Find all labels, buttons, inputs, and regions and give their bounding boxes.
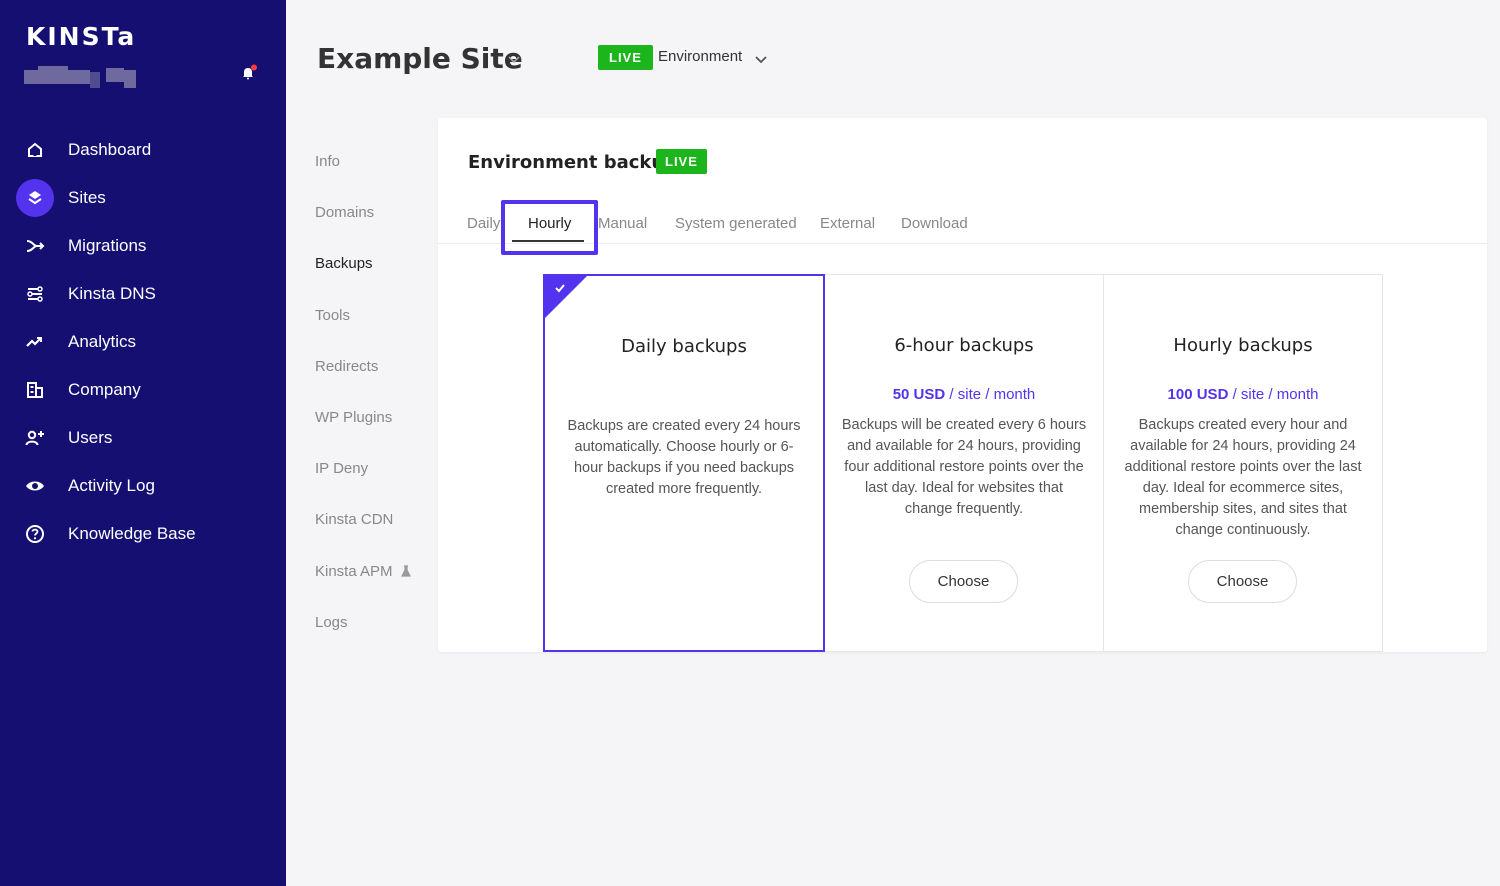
plan-card-hourly[interactable]: Hourly backups 100 USD / site / month Ba… (1103, 274, 1383, 652)
sidebar-item-label: Company (68, 380, 141, 399)
site-chevron-down-icon[interactable] (505, 50, 523, 68)
sidebar-item-label: Activity Log (68, 476, 155, 495)
sidebar-item-label: Migrations (68, 236, 147, 255)
subnav-item-ip-deny[interactable]: IP Deny (315, 443, 425, 494)
sidebar-item-label: Dashboard (68, 140, 152, 159)
sidebar-item-dashboard[interactable]: Dashboard (0, 126, 286, 174)
card-price: 100 USD / site / month (1104, 386, 1382, 403)
sidebar-item-company[interactable]: Company (0, 366, 286, 414)
subnav-item-kinsta-apm[interactable]: Kinsta APM (315, 546, 425, 597)
sidebar-item-label: Sites (68, 188, 106, 207)
sidebar-item-knowledge-base[interactable]: Knowledge Base (0, 510, 286, 558)
dns-icon (16, 275, 54, 313)
environment-live-badge: LIVE (598, 45, 653, 70)
subnav-item-label: Kinsta APM (315, 562, 393, 580)
choose-6-hour-button[interactable]: Choose (909, 560, 1018, 603)
environment-selector-label[interactable]: Environment (658, 48, 742, 65)
selected-corner (545, 276, 587, 318)
card-description: Backups created every hour and available… (1124, 417, 1362, 538)
main-nav: Dashboard Sites Migrations Kinsta DNS An… (0, 126, 286, 558)
sidebar-item-kinsta-dns[interactable]: Kinsta DNS (0, 270, 286, 318)
price-amount: 100 USD (1167, 386, 1229, 403)
sidebar-item-users[interactable]: Users (0, 414, 286, 462)
price-unit: / site / month (949, 386, 1036, 403)
notification-bell-icon[interactable] (240, 64, 258, 82)
backups-panel: Environment backups LIVE Daily Hourly Ma… (438, 118, 1487, 652)
sidebar-item-migrations[interactable]: Migrations (0, 222, 286, 270)
sidebar-item-label: Analytics (68, 332, 137, 351)
flask-icon (400, 565, 411, 577)
environment-chevron-down-icon[interactable] (752, 50, 770, 68)
help-icon (16, 515, 54, 553)
live-badge: LIVE (656, 149, 707, 174)
price-unit: / site / month (1232, 386, 1319, 403)
account-name-blurred[interactable] (24, 66, 136, 88)
sidebar-item-label: Knowledge Base (68, 524, 196, 543)
subnav-item-kinsta-cdn[interactable]: Kinsta CDN (315, 494, 425, 545)
sidebar-item-label: Kinsta DNS (68, 284, 156, 303)
sidebar-item-activity-log[interactable]: Activity Log (0, 462, 286, 510)
card-title: Daily backups (621, 336, 747, 357)
card-description: Backups will be created every 6 hours an… (841, 417, 1087, 517)
tab-system-generated[interactable]: System generated (675, 215, 797, 232)
active-tab-underline (512, 240, 584, 242)
card-title: Hourly backups (1173, 335, 1313, 356)
kinsta-logo[interactable]: KINSTa (26, 22, 136, 51)
card-title: 6-hour backups (894, 335, 1034, 356)
panel-title: Environment backups (468, 152, 688, 173)
tab-hourly[interactable]: Hourly (528, 215, 571, 232)
subnav-item-info[interactable]: Info (315, 136, 425, 187)
tab-daily[interactable]: Daily (467, 215, 500, 232)
tab-manual[interactable]: Manual (598, 215, 647, 232)
site-title[interactable]: Example Site (317, 42, 523, 75)
choose-hourly-button[interactable]: Choose (1188, 560, 1297, 603)
subnav-item-tools[interactable]: Tools (315, 290, 425, 341)
home-icon (16, 131, 54, 169)
analytics-icon (16, 323, 54, 361)
price-amount: 50 USD (892, 386, 946, 403)
eye-icon (16, 467, 54, 505)
subnav-item-redirects[interactable]: Redirects (315, 341, 425, 392)
subnav-item-wp-plugins[interactable]: WP Plugins (315, 392, 425, 443)
sidebar-item-label: Users (68, 428, 113, 447)
subnav-item-logs[interactable]: Logs (315, 597, 425, 648)
company-icon (16, 371, 54, 409)
sidebar-item-analytics[interactable]: Analytics (0, 318, 286, 366)
tab-download[interactable]: Download (901, 215, 968, 232)
tab-external[interactable]: External (820, 215, 875, 232)
tabs-divider (438, 243, 1487, 244)
checkmark-icon (555, 284, 565, 293)
subnav-item-domains[interactable]: Domains (315, 187, 425, 238)
sidebar-item-sites[interactable]: Sites (0, 174, 286, 222)
subnav-item-backups[interactable]: Backups (315, 238, 425, 289)
site-subnav: Info Domains Backups Tools Redirects WP … (315, 136, 425, 648)
plan-card-daily[interactable]: Daily backups Backups are created every … (543, 274, 825, 652)
add-user-icon (16, 419, 54, 457)
migrations-icon (16, 227, 54, 265)
sidebar: KINSTa Dashboard Sites Migrations Kinsta… (0, 0, 286, 886)
layers-icon (16, 179, 54, 217)
card-price: 50 USD / site / month (825, 386, 1103, 403)
card-description: Backups are created every 24 hours autom… (567, 418, 801, 497)
plan-card-6-hour[interactable]: 6-hour backups 50 USD / site / month Bac… (824, 274, 1104, 652)
